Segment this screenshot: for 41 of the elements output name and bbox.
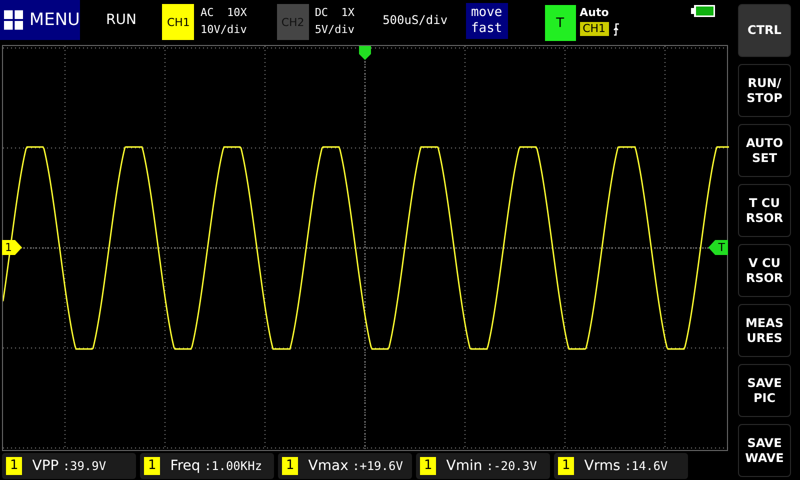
trigger-level-marker[interactable]: T	[708, 240, 728, 255]
rising-edge-icon	[612, 22, 620, 36]
timebase-label: 500uS/div	[382, 13, 448, 27]
menu-button[interactable]: MENU	[0, 0, 80, 40]
run-status: RUN	[106, 12, 136, 28]
move-mode-button[interactable]: move fast	[466, 3, 508, 39]
scale-label: 5V/div	[314, 22, 355, 38]
channel-badge: 1	[282, 457, 298, 475]
channel-button[interactable]: CH1	[162, 4, 194, 40]
measurement-label: Vrms	[584, 458, 620, 474]
side-button[interactable]: SAVE PIC	[738, 364, 791, 417]
battery-icon	[690, 5, 715, 17]
side-button[interactable]: SAVE WAVE	[738, 424, 791, 477]
side-button[interactable]: V CU RSOR	[738, 244, 791, 297]
trigger-mode: Auto	[580, 6, 610, 19]
side-button[interactable]: MEAS URES	[738, 304, 791, 357]
measurement-value: :1.00KHz	[204, 459, 262, 473]
channel-badge: 1	[6, 457, 22, 475]
channel-badge: 1	[144, 457, 160, 475]
trigger-position-marker[interactable]	[359, 46, 371, 60]
channel-badge: 1	[558, 457, 574, 475]
measurement-label: Vmin	[446, 458, 482, 474]
measurement-label: VPP	[32, 458, 59, 474]
coupling-label: DC 1X	[314, 5, 355, 21]
measurement-value: :+19.6V	[352, 459, 403, 473]
side-button[interactable]: AUTO SET	[738, 124, 791, 177]
channel-marker[interactable]: 1	[2, 240, 22, 255]
measurement-value: :-20.3V	[486, 459, 537, 473]
measurement-label: Vmax	[308, 458, 348, 474]
measurement-label: Freq	[170, 458, 200, 474]
measurement-value: :14.6V	[624, 459, 668, 473]
coupling-label: AC 10X	[200, 5, 247, 21]
measurement-value: :39.9V	[62, 459, 106, 473]
channel-badge: 1	[420, 457, 436, 475]
scale-label: 10V/div	[200, 22, 247, 38]
side-button[interactable]: T CU RSOR	[738, 184, 791, 237]
trigger-source: CH1	[580, 22, 609, 36]
side-button[interactable]: CTRL	[738, 4, 791, 57]
grid-icon	[4, 10, 24, 30]
side-button[interactable]: RUN/ STOP	[738, 64, 791, 117]
trigger-button[interactable]: T	[544, 5, 576, 41]
